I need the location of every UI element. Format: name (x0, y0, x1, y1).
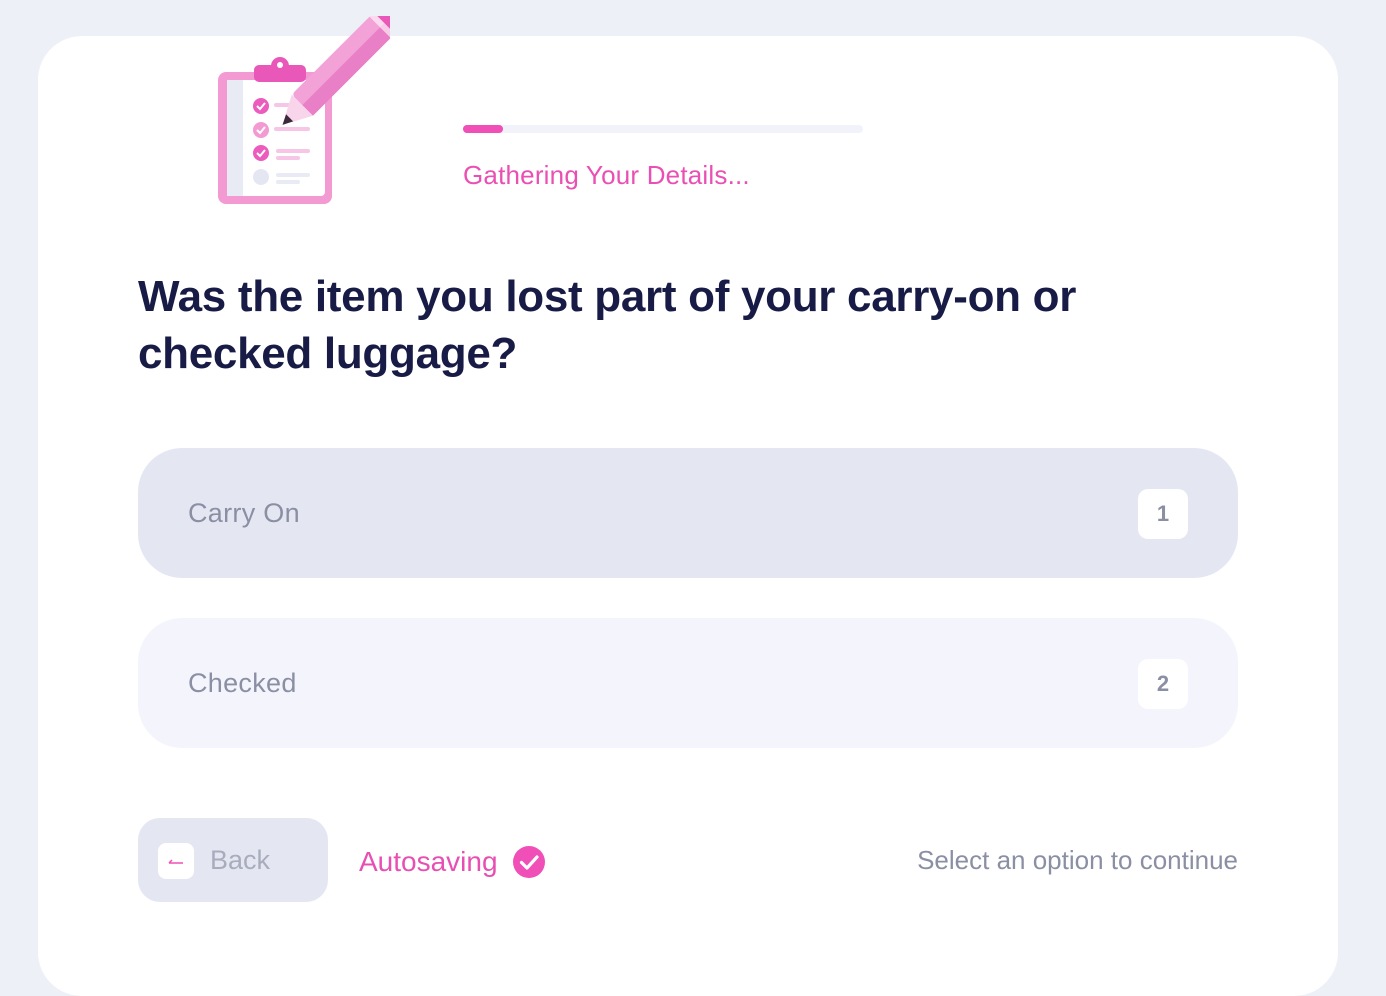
question-title: Was the item you lost part of your carry… (138, 272, 1077, 378)
back-button[interactable]: Back (138, 818, 328, 902)
clipboard-pencil-icon (218, 16, 390, 204)
option-key-badge: 2 (1138, 659, 1188, 709)
progress-label: Gathering Your Details... (463, 160, 750, 190)
option-label: Carry On (188, 498, 300, 528)
progress-fill (463, 125, 503, 133)
back-arrow-icon (158, 843, 194, 879)
check-circle-icon (512, 846, 545, 878)
option-key-badge: 1 (1138, 489, 1188, 539)
option-carry-on[interactable]: Carry On 1 (138, 448, 1238, 578)
continue-hint: Select an option to continue (917, 845, 1238, 875)
option-label: Checked (188, 668, 297, 698)
autosave-status: Autosaving (359, 842, 546, 882)
progress-bar (463, 125, 863, 133)
autosave-label: Autosaving (359, 846, 498, 877)
option-checked[interactable]: Checked 2 (138, 618, 1238, 748)
back-label: Back (210, 845, 271, 875)
